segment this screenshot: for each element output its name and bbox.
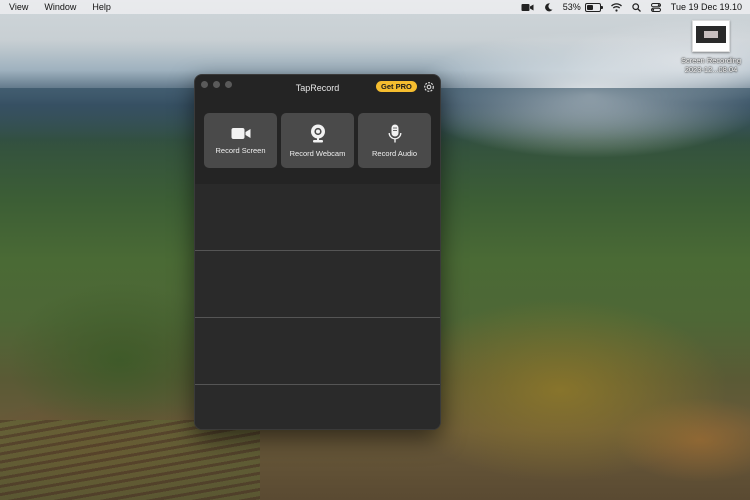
desktop-file-label: Screen Recording 2023-12...08.04 bbox=[675, 56, 747, 74]
screen-record-icon[interactable] bbox=[521, 3, 534, 12]
battery-fill bbox=[586, 4, 594, 10]
menu-bar: View Window Help 53% Tue 19 Dec 19.10 bbox=[0, 0, 750, 14]
battery-icon bbox=[584, 2, 603, 12]
record-screen-button[interactable]: Record Screen bbox=[204, 113, 277, 168]
menu-bar-right: 53% Tue 19 Dec 19.10 bbox=[511, 2, 750, 12]
video-camera-icon bbox=[231, 127, 250, 139]
gear-icon[interactable] bbox=[423, 80, 435, 92]
webcam-icon bbox=[310, 124, 325, 142]
desktop-file-screen-recording[interactable]: Screen Recording 2023-12...08.04 bbox=[675, 20, 747, 74]
battery-status[interactable]: 53% bbox=[562, 2, 603, 12]
get-pro-button[interactable]: Get PRO bbox=[376, 81, 417, 92]
record-audio-button[interactable]: Record Audio bbox=[358, 113, 431, 168]
wallpaper-vineyard bbox=[0, 420, 260, 500]
list-item[interactable] bbox=[195, 385, 440, 429]
record-screen-label: Record Screen bbox=[215, 145, 266, 155]
taprecord-window: TapRecord Get PRO Record Screen Record W… bbox=[194, 74, 441, 430]
search-icon[interactable] bbox=[632, 2, 641, 12]
wifi-icon[interactable] bbox=[610, 2, 622, 12]
file-thumbnail bbox=[692, 20, 730, 52]
moon-icon[interactable] bbox=[544, 2, 553, 12]
recordings-list bbox=[195, 184, 440, 429]
menu-window[interactable]: Window bbox=[44, 2, 76, 12]
window-titlebar[interactable]: TapRecord Get PRO bbox=[195, 75, 440, 101]
list-item[interactable] bbox=[195, 251, 440, 318]
record-actions: Record Screen Record Webcam Record Audio bbox=[204, 113, 435, 168]
menu-bar-left: View Window Help bbox=[0, 2, 118, 12]
list-item[interactable] bbox=[195, 184, 440, 251]
record-webcam-label: Record Webcam bbox=[289, 148, 346, 158]
menu-view[interactable]: View bbox=[9, 2, 28, 12]
menu-help[interactable]: Help bbox=[92, 2, 111, 12]
battery-percent: 53% bbox=[562, 2, 581, 12]
menu-clock[interactable]: Tue 19 Dec 19.10 bbox=[671, 2, 742, 12]
record-audio-label: Record Audio bbox=[371, 148, 418, 158]
control-center-icon[interactable] bbox=[650, 2, 661, 12]
record-webcam-button[interactable]: Record Webcam bbox=[281, 113, 354, 168]
desktop-file-name: Screen Recording bbox=[680, 56, 742, 65]
desktop-file-date: 2023-12...08.04 bbox=[684, 65, 738, 74]
list-item[interactable] bbox=[195, 318, 440, 385]
microphone-icon bbox=[388, 124, 401, 142]
